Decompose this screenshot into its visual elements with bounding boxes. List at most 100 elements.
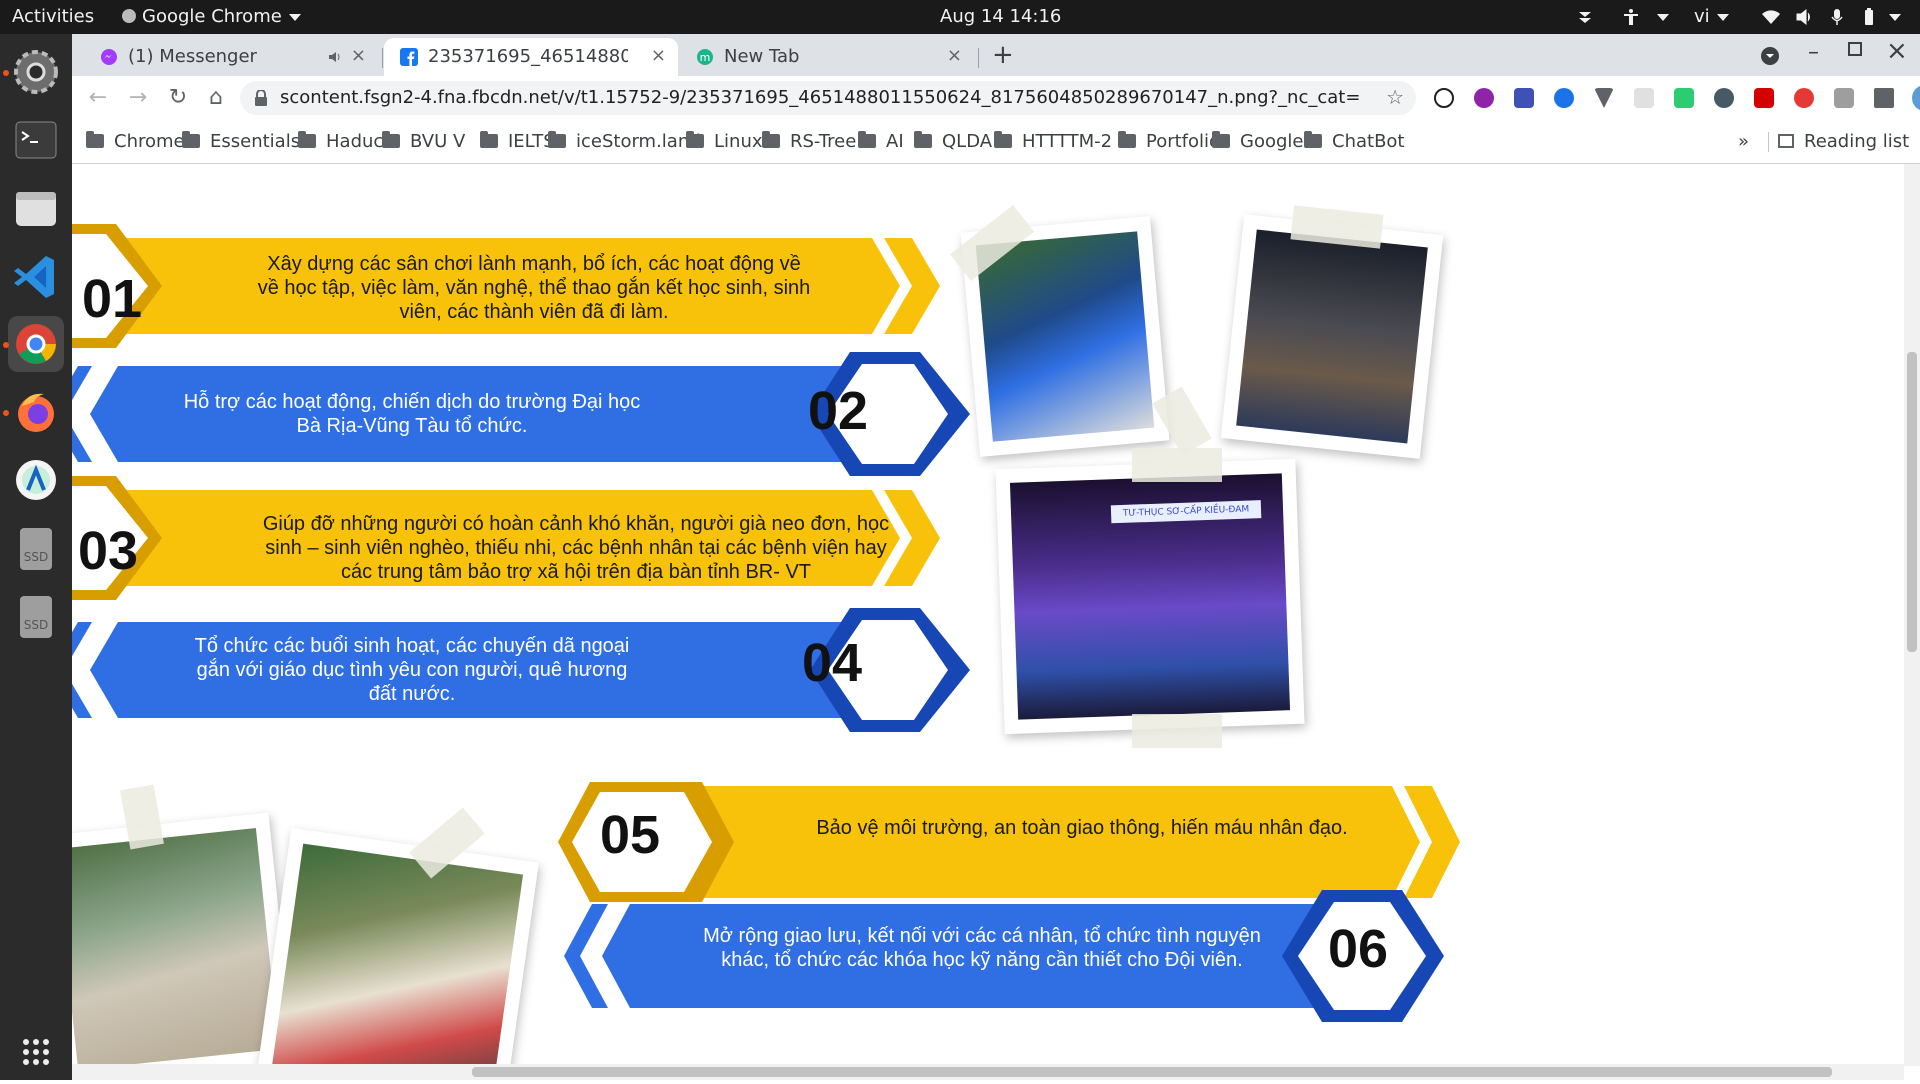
- dark-mode-icon[interactable]: [1474, 88, 1494, 108]
- folder-icon: [1118, 131, 1136, 148]
- vue-devtools-icon[interactable]: [1594, 88, 1614, 108]
- tab-new-tab[interactable]: m New Tab ×: [680, 38, 974, 76]
- clock[interactable]: Aug 14 14:16: [940, 0, 1061, 34]
- extension-placeholder-icon[interactable]: [1634, 88, 1654, 108]
- bookmark-star-icon[interactable]: ☆: [1386, 85, 1404, 109]
- microphone-icon[interactable]: [1828, 8, 1846, 26]
- dock-terminal[interactable]: [8, 112, 64, 168]
- running-indicator: [3, 342, 9, 348]
- puzzle-icon[interactable]: [1874, 88, 1894, 108]
- horizontal-scroll-thumb[interactable]: [472, 1067, 1832, 1077]
- running-indicator: [3, 410, 9, 416]
- chrome-small-icon: [122, 9, 136, 23]
- maximize-button[interactable]: [1848, 42, 1862, 56]
- dock-settings[interactable]: [8, 44, 64, 100]
- show-applications-button[interactable]: [8, 1024, 64, 1080]
- bookmark-ielts[interactable]: IELTS: [480, 131, 555, 153]
- volume-icon[interactable]: [1796, 8, 1814, 26]
- camera-icon[interactable]: [1834, 88, 1854, 108]
- battery-icon[interactable]: [1860, 8, 1878, 26]
- bookmark-qlda[interactable]: QLDA: [914, 131, 992, 153]
- dock-firefox[interactable]: [8, 384, 64, 440]
- wifi-icon[interactable]: [1762, 8, 1780, 26]
- input-language[interactable]: vi: [1694, 0, 1729, 34]
- accessibility-chevron[interactable]: [1650, 0, 1669, 34]
- close-icon[interactable]: ×: [651, 45, 666, 66]
- accessibility-icon[interactable]: [1622, 8, 1640, 26]
- activity-number: 01: [82, 269, 143, 329]
- bookmark-rs-tree[interactable]: RS-Tree: [762, 131, 856, 153]
- bookmark-chatbot[interactable]: ChatBot: [1304, 131, 1404, 153]
- tab-title: (1) Messenger: [128, 46, 257, 67]
- dock-android-studio[interactable]: [8, 452, 64, 508]
- bookmark-httttm-2[interactable]: HTTTTM-2: [994, 131, 1112, 153]
- dock: SSD SSD: [0, 34, 72, 1080]
- chevron-down-icon: [1889, 13, 1901, 21]
- lastpass-icon[interactable]: [1754, 88, 1774, 108]
- bookmark-label: ChatBot: [1332, 131, 1405, 152]
- app-menu[interactable]: Google Chrome: [122, 0, 301, 34]
- reload-button[interactable]: ↻: [164, 84, 192, 112]
- activity-text: Tổ chức các buổi sinh hoạt, các chuyến d…: [194, 635, 630, 705]
- bookmark-label: QLDA: [942, 131, 993, 152]
- translate-icon[interactable]: [1514, 88, 1534, 108]
- banner-02-chevron: [72, 366, 92, 462]
- running-indicator: [3, 70, 9, 76]
- vertical-scrollbar[interactable]: [1904, 164, 1920, 1066]
- bookmark-haduco[interactable]: Haduco: [298, 131, 394, 153]
- close-icon[interactable]: ×: [351, 45, 366, 66]
- folder-icon: [298, 131, 316, 148]
- dock-vscode[interactable]: [8, 248, 64, 304]
- bug-icon[interactable]: [1714, 88, 1734, 108]
- bookmark-bvu-v[interactable]: BVU V: [382, 131, 465, 153]
- chevron-down-icon: [1657, 13, 1669, 21]
- bookmark-icestorm-land[interactable]: iceStorm.land: [548, 131, 701, 153]
- tab-image[interactable]: 235371695_4651488011550624_8175 ×: [384, 38, 678, 76]
- messenger-icon: [101, 49, 117, 65]
- system-menu-chevron[interactable]: [1882, 0, 1901, 34]
- address-bar[interactable]: scontent.fsgn2-4.fna.fbcdn.net/v/t1.1575…: [240, 81, 1416, 115]
- folder-icon: [994, 131, 1012, 148]
- bookmark-chrome[interactable]: Chrome: [86, 131, 185, 153]
- dock-ssd-drive-2[interactable]: SSD: [8, 588, 64, 644]
- more-bookmarks-button[interactable]: »: [1738, 131, 1749, 153]
- bookmark-google[interactable]: Google: [1212, 131, 1303, 153]
- close-window-button[interactable]: ×: [1886, 36, 1908, 66]
- reading-list-button[interactable]: Reading list: [1778, 131, 1909, 153]
- folder-icon: [182, 131, 200, 148]
- forward-button[interactable]: →: [124, 84, 152, 112]
- home-button[interactable]: ⌂: [202, 84, 230, 112]
- speaker-icon[interactable]: [328, 50, 342, 64]
- close-icon[interactable]: ×: [947, 45, 962, 66]
- blocker-icon[interactable]: [1794, 88, 1814, 108]
- bookmark-linux[interactable]: Linux: [686, 131, 763, 153]
- folder-icon: [548, 131, 566, 148]
- activity-number: 02: [808, 381, 869, 441]
- bookmark-portfolio[interactable]: Portfolio: [1118, 131, 1220, 153]
- dock-chrome[interactable]: [8, 316, 64, 372]
- shield-icon[interactable]: [1674, 88, 1694, 108]
- bookmark-ai[interactable]: AI: [858, 131, 904, 153]
- bookmark-label: Chrome: [114, 131, 185, 152]
- bookmark-label: BVU V: [410, 131, 466, 152]
- new-tab-favicon-icon: m: [697, 49, 713, 65]
- dock-files[interactable]: [8, 180, 64, 236]
- avatar[interactable]: [1912, 85, 1920, 111]
- dock-ssd-drive-1[interactable]: SSD: [8, 520, 64, 576]
- activities-button[interactable]: Activities: [12, 0, 94, 34]
- photo-tape: [1132, 714, 1222, 748]
- lock-icon[interactable]: [254, 90, 268, 106]
- link-icon[interactable]: [1554, 88, 1574, 108]
- network-transfer-icon[interactable]: [1576, 8, 1594, 26]
- reload-extension-icon[interactable]: [1434, 88, 1454, 108]
- new-tab-button[interactable]: +: [992, 40, 1014, 70]
- bookmark-essentials[interactable]: Essentials: [182, 131, 300, 153]
- tab-search-icon[interactable]: [1760, 46, 1780, 66]
- bookmark-label: Portfolio: [1146, 131, 1221, 152]
- back-button[interactable]: ←: [84, 84, 112, 112]
- vertical-scroll-thumb[interactable]: [1907, 352, 1917, 652]
- minimize-button[interactable]: –: [1808, 40, 1819, 65]
- system-top-bar: Activities Google Chrome Aug 14 14:16 vi: [0, 0, 1920, 34]
- horizontal-scrollbar[interactable]: [72, 1064, 1904, 1080]
- tab-messenger[interactable]: (1) Messenger ×: [84, 38, 378, 76]
